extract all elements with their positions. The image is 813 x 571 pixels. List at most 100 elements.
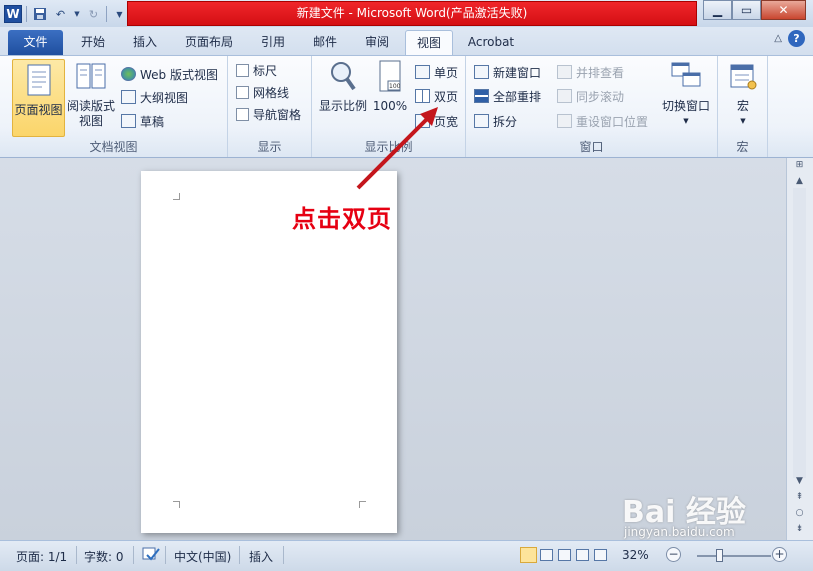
outline-label: 大纲视图 <box>140 90 189 105</box>
zoom-slider-track[interactable] <box>697 555 771 557</box>
word-window: W ↶ ▼ ↻ ▼ 新建文件 - Microsoft Word(产品激活失败) … <box>0 0 813 571</box>
split-label: 拆分 <box>493 114 518 129</box>
zoom-out-icon[interactable]: − <box>666 547 681 562</box>
scroll-down-arrow-icon[interactable]: ▼ <box>791 476 808 490</box>
web-layout-button[interactable]: Web 版式视图 <box>121 64 218 84</box>
gridlines-checkbox[interactable]: 网格线 <box>236 82 289 102</box>
minimize-ribbon-icon[interactable]: △ <box>774 33 782 44</box>
draft-button[interactable]: 草稿 <box>121 111 164 131</box>
close-button[interactable]: ✕ <box>761 0 806 20</box>
ribbon-help-area: △ ? <box>774 30 805 47</box>
proofing-icon[interactable] <box>142 546 160 565</box>
customize-toolbar-icon[interactable]: ▼ <box>111 6 128 23</box>
margin-mark <box>173 501 180 508</box>
outline-button[interactable]: 大纲视图 <box>121 87 188 107</box>
page-width-button[interactable]: 页宽 <box>415 111 458 131</box>
help-icon[interactable]: ? <box>788 30 805 47</box>
browse-object-icon[interactable]: ○ <box>791 508 808 522</box>
zoom-button[interactable]: 显示比例 <box>317 59 369 114</box>
next-page-icon[interactable]: ⇟ <box>791 524 808 538</box>
status-bar: 页面: 1/1 字数: 0 中文(中国) 插入 32% − + <box>0 540 813 571</box>
divider <box>239 546 240 564</box>
reading-view-icon <box>76 63 106 89</box>
scroll-track[interactable] <box>793 188 806 478</box>
undo-icon[interactable]: ↶ <box>52 6 69 23</box>
web-view-icon[interactable] <box>558 549 571 561</box>
tab-review[interactable]: 审阅 <box>354 30 400 55</box>
group-window: 新建窗口 全部重排 拆分 并排查看 同步滚动 重设窗口位置 切换窗口 ▼ 窗口 <box>466 56 718 157</box>
reading-view-label-line1: 阅读版式 <box>66 99 115 113</box>
divider <box>106 6 107 22</box>
ruler-toggle-icon[interactable]: ⊞ <box>791 160 808 174</box>
switch-windows-button[interactable]: 切换窗口 ▼ <box>658 59 714 129</box>
macros-button[interactable]: 宏 ▼ <box>724 59 762 129</box>
divider <box>26 6 27 22</box>
reading-view-label-line2: 视图 <box>78 114 103 128</box>
reading-view-icon[interactable] <box>540 549 553 561</box>
page-width-icon <box>415 114 430 128</box>
print-layout-view-icon[interactable] <box>520 547 537 563</box>
split-button[interactable]: 拆分 <box>474 111 517 131</box>
split-icon <box>474 114 489 128</box>
arrange-all-button[interactable]: 全部重排 <box>474 86 541 106</box>
print-layout-button[interactable]: 页面视图 <box>12 59 65 137</box>
two-pages-label: 双页 <box>434 89 459 104</box>
reset-window-position-button[interactable]: 重设窗口位置 <box>557 111 648 131</box>
word-app-icon[interactable]: W <box>4 5 22 23</box>
page-count[interactable]: 页面: 1/1 <box>16 548 67 565</box>
save-icon[interactable] <box>31 6 48 23</box>
divider <box>283 546 284 564</box>
title-bar: W ↶ ▼ ↻ ▼ 新建文件 - Microsoft Word(产品激活失败) … <box>0 0 813 27</box>
two-pages-icon <box>415 89 430 103</box>
two-pages-button[interactable]: 双页 <box>415 86 458 106</box>
vertical-scrollbar[interactable]: ⊞ ▲ ▼ ⇞ ○ ⇟ <box>786 158 813 540</box>
zoom-in-icon[interactable]: + <box>772 547 787 562</box>
tab-home[interactable]: 开始 <box>70 30 116 55</box>
word-count[interactable]: 字数: 0 <box>84 548 124 565</box>
full-screen-reading-button[interactable]: 阅读版式 视图 <box>66 59 116 129</box>
tab-file[interactable]: 文件 <box>8 30 63 55</box>
synchronous-scrolling-button[interactable]: 同步滚动 <box>557 86 624 106</box>
one-page-button[interactable]: 单页 <box>415 62 458 82</box>
web-layout-label: Web 版式视图 <box>140 67 218 82</box>
undo-dropdown-icon[interactable]: ▼ <box>73 6 81 23</box>
zoom-level[interactable]: 32% <box>622 548 649 562</box>
ruler-checkbox[interactable]: 标尺 <box>236 60 277 80</box>
macros-icon <box>730 64 757 90</box>
switch-windows-label: 切换窗口 <box>661 99 710 113</box>
view-side-by-side-button[interactable]: 并排查看 <box>557 62 624 82</box>
language[interactable]: 中文(中国) <box>174 548 231 565</box>
one-page-label: 单页 <box>434 65 459 80</box>
zoom-slider-thumb[interactable] <box>716 549 724 562</box>
hundred-percent-button[interactable]: 100 100% <box>370 59 410 114</box>
side-by-side-icon <box>557 65 572 79</box>
outline-view-icon[interactable] <box>576 549 589 561</box>
tab-page-layout[interactable]: 页面布局 <box>176 30 242 55</box>
tab-acrobat[interactable]: Acrobat <box>460 30 522 55</box>
navigation-pane-checkbox[interactable]: 导航窗格 <box>236 104 301 124</box>
minimize-button[interactable]: ▁ <box>703 0 732 20</box>
print-layout-label: 页面视图 <box>14 103 63 117</box>
one-page-icon <box>415 65 430 79</box>
maximize-button[interactable]: ▭ <box>732 0 761 20</box>
web-layout-icon <box>121 67 136 81</box>
window-controls: ▁ ▭ ✕ <box>703 0 806 20</box>
tab-insert[interactable]: 插入 <box>122 30 168 55</box>
dropdown-arrow-icon: ▼ <box>740 117 746 125</box>
document-area[interactable] <box>0 158 786 540</box>
redo-icon[interactable]: ↻ <box>85 6 102 23</box>
tab-view[interactable]: 视图 <box>405 30 453 55</box>
previous-page-icon[interactable]: ⇞ <box>791 492 808 506</box>
new-window-button[interactable]: 新建窗口 <box>474 62 541 82</box>
sync-scroll-icon <box>557 89 572 103</box>
group-show: 标尺 网格线 导航窗格 显示 <box>228 56 312 157</box>
draft-view-icon[interactable] <box>594 549 607 561</box>
insert-mode[interactable]: 插入 <box>249 548 273 565</box>
tab-references[interactable]: 引用 <box>250 30 296 55</box>
tab-mailings[interactable]: 邮件 <box>302 30 348 55</box>
checkbox <box>236 107 249 121</box>
checkbox <box>236 63 249 77</box>
group-label: 宏 <box>736 140 749 154</box>
window-title: 新建文件 - Microsoft Word(产品激活失败) <box>296 6 528 20</box>
ribbon: 页面视图 阅读版式 视图 Web 版式视图 大纲视图 草稿 文档视图 标尺 网格… <box>0 55 813 158</box>
